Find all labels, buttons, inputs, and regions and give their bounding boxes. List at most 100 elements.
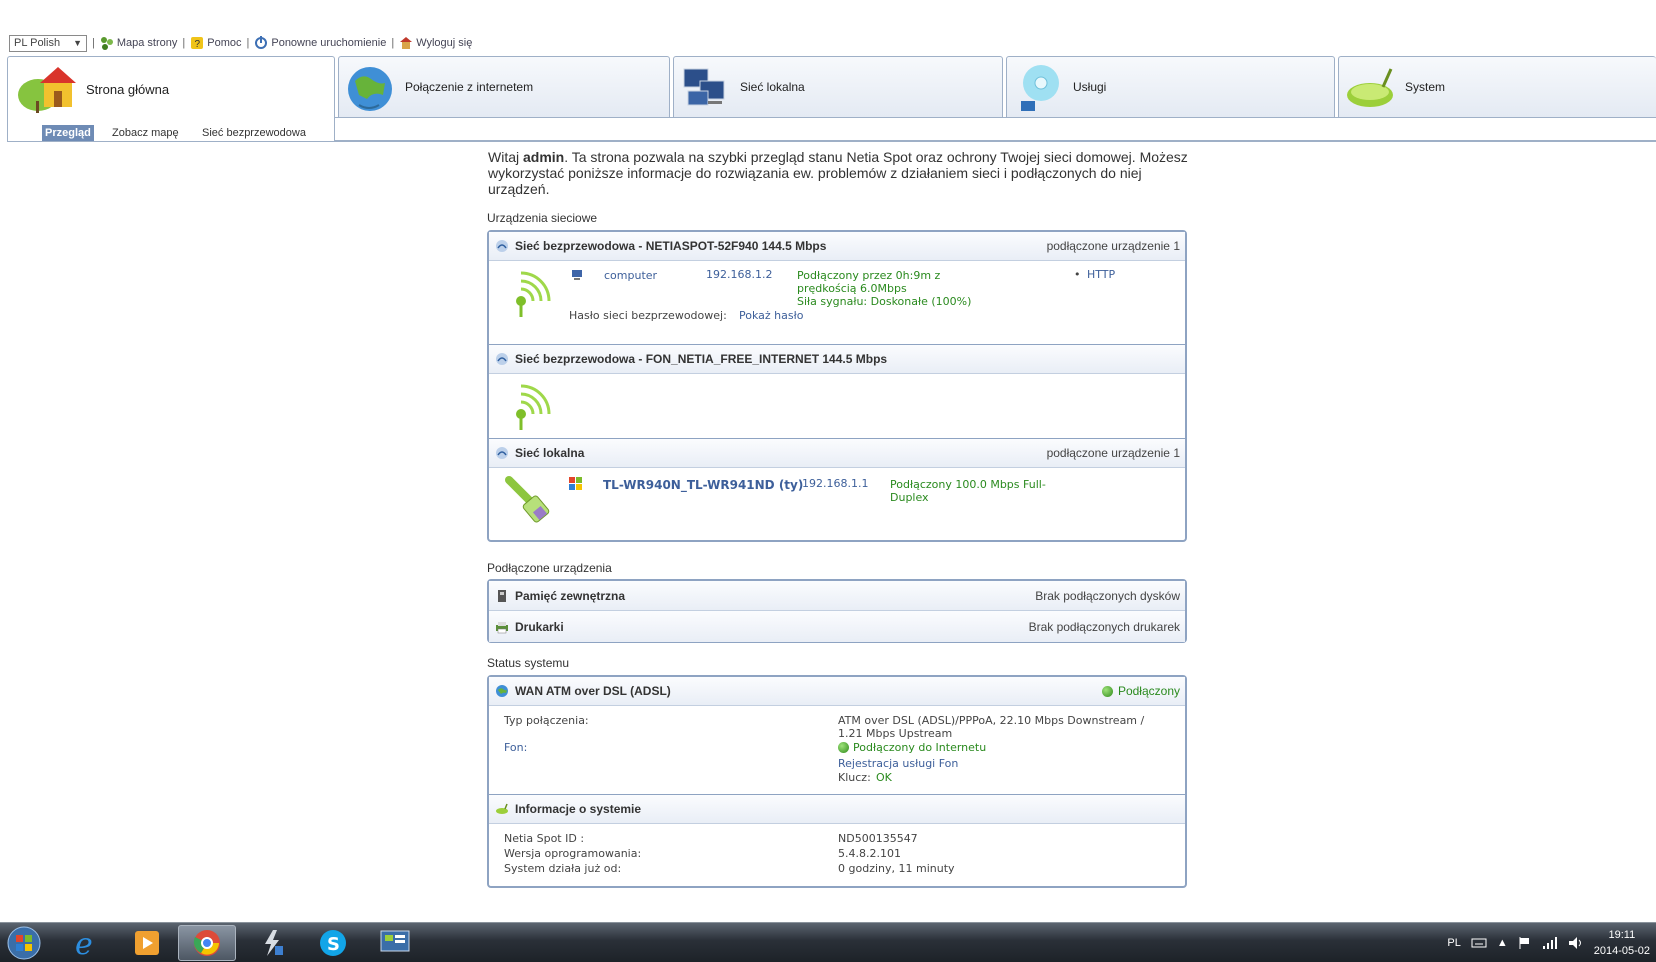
system-status-title: Status systemu xyxy=(487,656,570,670)
router-icon xyxy=(1347,68,1393,107)
intro-user: admin xyxy=(523,149,565,165)
clock-date: 2014-05-02 xyxy=(1593,945,1650,957)
wifi2-title: Sieć bezprzewodowa - FON_NETIA_FREE_INTE… xyxy=(515,352,888,366)
printers-row: Drukarki Brak podłączonych drukarek xyxy=(489,611,1185,642)
power-icon xyxy=(255,36,268,49)
taskbar-app[interactable] xyxy=(244,925,302,961)
fon-register-link[interactable]: Rejestracja usługi Fon xyxy=(838,757,958,770)
help-icon: ? xyxy=(191,37,204,50)
lan-device-name[interactable]: TL-WR940N_TL-WR941ND (ty) xyxy=(603,478,803,492)
restart-link[interactable]: Ponowne uruchomienie xyxy=(254,36,386,50)
clock-time: 19:11 xyxy=(1608,929,1636,941)
status-dot-icon xyxy=(838,742,849,753)
tab-lan-label: Sieć lokalna xyxy=(740,80,805,94)
separator: | xyxy=(391,37,395,49)
status-dot-icon xyxy=(1101,685,1113,697)
start-button[interactable] xyxy=(0,925,48,961)
tab-services[interactable]: Usługi xyxy=(1006,56,1335,118)
language-select[interactable]: PL Polish ▼ xyxy=(9,34,87,52)
help-label: Pomoc xyxy=(207,37,242,49)
bullet: • xyxy=(1074,268,1081,281)
internet-explorer-icon: e xyxy=(75,927,93,959)
network-computers-icon xyxy=(683,68,725,106)
globe-icon xyxy=(348,67,392,111)
system-info-header: Informacje o systemie xyxy=(489,795,1185,824)
tab-lan[interactable]: Sieć lokalna xyxy=(673,56,1003,118)
show-password-link[interactable]: Pokaż hasło xyxy=(739,309,803,322)
computer-icon xyxy=(572,270,582,280)
wifi-signal-icon xyxy=(516,384,551,430)
intro-prefix: Witaj xyxy=(488,149,523,165)
logout-link[interactable]: Wyloguj się xyxy=(399,36,472,50)
tray-expand-icon[interactable]: ▲ xyxy=(1497,937,1508,949)
chevron-down-icon: ▼ xyxy=(73,38,82,48)
home-icon xyxy=(18,67,76,113)
tab-internet[interactable]: Połączenie z internetem xyxy=(338,56,670,118)
tab-system-label: System xyxy=(1405,80,1446,94)
globe-small-icon xyxy=(496,685,508,697)
subtab-map[interactable]: Zobacz mapę xyxy=(109,125,182,141)
storage-row: Pamięć zewnętrzna Brak podłączonych dysk… xyxy=(489,581,1185,611)
language-indicator[interactable]: PL xyxy=(1447,937,1460,949)
connection-type-value-2: 1.21 Mbps Upstream xyxy=(838,727,953,740)
connected-devices-panel: Pamięć zewnętrzna Brak podłączonych dysk… xyxy=(487,579,1187,643)
wifi1-device-name[interactable]: computer xyxy=(604,269,657,282)
storage-title: Pamięć zewnętrzna xyxy=(515,588,626,603)
service-http-link[interactable]: HTTP xyxy=(1087,268,1115,281)
printers-status: Brak podłączonych drukarek xyxy=(1028,619,1180,634)
sitemap-icon xyxy=(100,37,113,50)
taskbar-chrome[interactable] xyxy=(178,925,236,961)
subtab-overview[interactable]: Przegląd xyxy=(42,125,94,141)
tab-services-label: Usługi xyxy=(1073,80,1107,94)
logout-label: Wyloguj się xyxy=(416,37,473,49)
printers-title: Drukarki xyxy=(515,619,564,634)
wifi1-title: Sieć bezprzewodowa - NETIASPOT-52F940 14… xyxy=(515,239,827,253)
windows-start-icon xyxy=(7,926,41,960)
subtab-wireless[interactable]: Sieć bezprzewodowa xyxy=(199,125,309,141)
keyboard-icon[interactable] xyxy=(1471,937,1487,949)
wan-status: Podłączony xyxy=(1101,684,1180,698)
taskbar-ie[interactable]: e xyxy=(58,925,116,961)
uptime-value: 0 godziny, 11 minuty xyxy=(838,862,955,875)
network-signal-icon[interactable] xyxy=(1542,936,1558,950)
wifi-small-icon xyxy=(496,240,508,252)
separator: | xyxy=(246,37,250,49)
lan-small-icon xyxy=(496,447,508,459)
connection-type-value-1: ATM over DSL (ADSL)/PPPoA, 22.10 Mbps Do… xyxy=(838,714,1145,727)
system-tray: PL ▲ 19:11 2014-05-02 xyxy=(1447,923,1656,962)
network-devices-title: Urządzenia sieciowe xyxy=(487,211,598,225)
svg-text:?: ? xyxy=(195,39,201,50)
ethernet-cable-icon xyxy=(505,476,550,523)
key-value: OK xyxy=(876,771,892,784)
fon-status: Podłączony do Internetu xyxy=(838,741,986,754)
fon-label: Fon: xyxy=(504,741,528,754)
language-value: PL Polish xyxy=(14,37,61,49)
sitemap-link[interactable]: Mapa strony xyxy=(100,36,177,50)
firmware-value: 5.4.8.2.101 xyxy=(838,847,901,860)
lan-status-2: Duplex xyxy=(890,491,929,504)
tab-home-label: Strona główna xyxy=(86,82,170,97)
wifi1-signal: Siła sygnału: Doskonałe (100%) xyxy=(797,295,972,308)
network-devices-panel: Sieć bezprzewodowa - NETIASPOT-52F940 14… xyxy=(487,230,1187,542)
intro-text: Witaj admin. Ta strona pozwala na szybki… xyxy=(488,149,1188,197)
separator: | xyxy=(92,37,95,49)
clock[interactable]: 19:11 2014-05-02 xyxy=(1594,927,1650,959)
wifi1-device-ip: 192.168.1.2 xyxy=(706,268,773,281)
taskbar-control-panel[interactable] xyxy=(366,925,424,961)
uptime-label: System działa już od: xyxy=(504,862,622,875)
tab-system[interactable]: System xyxy=(1338,56,1656,118)
flag-icon[interactable] xyxy=(1518,936,1532,950)
disc-icon xyxy=(1021,65,1059,111)
taskbar-skype[interactable]: S xyxy=(304,925,362,961)
lan-header: Sieć lokalna podłączone urządzenie 1 xyxy=(489,439,1185,468)
system-info-body: Netia Spot ID : ND500135547 Wersja oprog… xyxy=(489,824,1185,882)
help-link[interactable]: ? Pomoc xyxy=(190,36,242,50)
wifi-signal-icon xyxy=(516,271,551,317)
intro-rest: . Ta strona pozwala na szybki przegląd s… xyxy=(488,149,1188,197)
taskbar-media[interactable] xyxy=(118,925,176,961)
wifi-small-icon xyxy=(496,353,508,365)
windows-icon xyxy=(569,477,582,490)
printer-icon xyxy=(496,621,508,633)
restart-label: Ponowne uruchomienie xyxy=(271,37,387,49)
volume-icon[interactable] xyxy=(1568,936,1584,950)
